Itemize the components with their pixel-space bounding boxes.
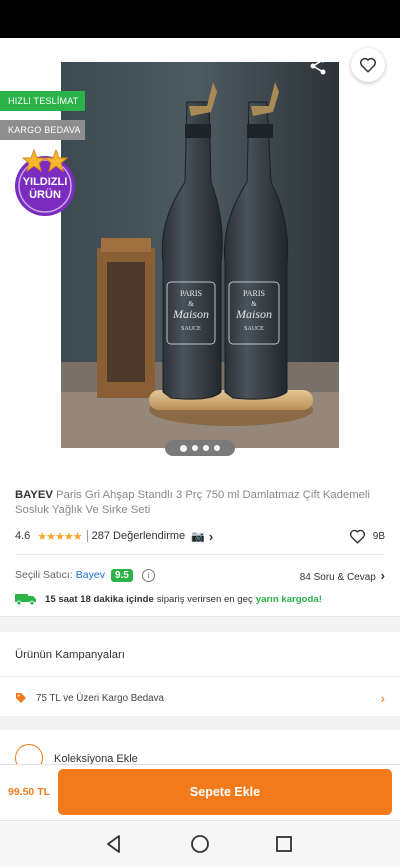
arrow-left-icon [18,59,34,73]
share-button[interactable] [304,52,332,80]
rating-value: 4.6 [15,530,31,542]
heart-icon [349,529,365,544]
bottle-label-text: SAUCE [181,326,201,332]
qa-link[interactable]: 84 Soru & Cevap › [300,568,385,583]
campaigns-title: Ürünün Kampanyaları [15,649,125,661]
rating-stars-icon: ★★★★★ [37,530,82,543]
product-photo: PARIS & Maison SAUCE PARIS & Maison SAUC… [61,62,339,448]
bottle-label-text: PARIS [243,289,265,298]
delivery-text: sipariş verirsen en geç [156,593,253,605]
delivery-highlight: yarın kargoda! [255,593,322,605]
info-icon[interactable]: i [141,568,155,582]
system-navigation-bar [0,820,400,867]
campaign-item-label: 75 TL ve Üzeri Kargo Bedava [36,692,164,704]
divider [15,554,385,555]
seller-row: Seçili Satıcı: Bayev 9.5 i 84 Soru & Cev… [15,566,385,584]
delivery-info: 15 saat 18 dakika içinde sipariş verirse… [15,591,385,607]
camera-icon: 📷 [191,530,205,543]
pager-dot [192,445,198,451]
nav-recents-icon[interactable] [275,835,293,853]
campaign-item[interactable]: 75 TL ve Üzeri Kargo Bedava › [15,690,385,706]
heart-icon [359,57,377,73]
bottle-label-text: Maison [235,307,272,321]
favorite-button[interactable] [351,48,385,82]
seller-name-link[interactable]: Bayev [76,569,105,581]
share-icon [310,57,326,75]
pager-dot [180,444,187,452]
truck-icon [15,594,36,605]
delivery-time: 15 saat 18 dakika içinde [45,593,154,605]
bottle-label-text: PARIS [180,289,202,298]
nav-home-icon[interactable] [190,834,210,854]
favorite-count-group[interactable]: 9B [349,528,385,545]
pager-dot [203,445,209,451]
pager-dot [214,445,220,451]
seller-score-badge: 9.5 [110,568,133,582]
product-image-gallery[interactable]: PARIS & Maison SAUCE PARIS & Maison SAUC… [0,38,400,470]
bottom-action-bar: 99.50 TL Sepete Ekle [0,764,400,821]
bottle-label-text: SAUCE [244,326,264,332]
rating-row[interactable]: 4.6 ★★★★★ 287 Değerlendirme 📷 › 9B [15,528,385,544]
tag-icon [16,693,26,703]
seller-label: Seçili Satıcı: [15,569,73,581]
bottle-label-text: Maison [172,307,209,321]
campaigns-section: Ürünün Kampanyaları 75 TL ve Üzeri Kargo… [0,632,400,716]
product-title: BAYEV Paris Gri Ahşap Standlı 3 Prç 750 … [15,488,385,518]
status-bar [0,0,400,38]
favorite-count: 9B [372,530,385,542]
chevron-right-icon: › [380,567,385,583]
image-pager[interactable] [165,440,235,456]
nav-back-icon[interactable] [104,834,124,854]
chevron-right-icon: › [380,690,385,706]
review-count[interactable]: 287 Değerlendirme [86,530,185,542]
divider [0,676,400,677]
brand-name[interactable]: BAYEV [15,489,53,501]
star-badge-text: YILDIZLI [23,176,68,188]
product-name: Paris Gri Ahşap Standlı 3 Prç 750 ml Dam… [15,489,370,516]
fast-delivery-badge: HIZLI TESLİMAT [0,91,85,111]
star-badge-text: ÜRÜN [29,188,61,201]
free-cargo-badge: KARGO BEDAVA [0,120,85,140]
price: 99.50 TL [8,786,51,798]
qa-label: 84 Soru & Cevap [299,571,376,583]
star-product-badge: YILDIZLI ÜRÜN [10,146,80,218]
add-to-cart-button[interactable]: Sepete Ekle [58,769,392,815]
back-button[interactable] [12,52,40,80]
product-info-card: BAYEV Paris Gri Ahşap Standlı 3 Prç 750 … [0,470,400,617]
chevron-right-icon: › [208,528,214,544]
